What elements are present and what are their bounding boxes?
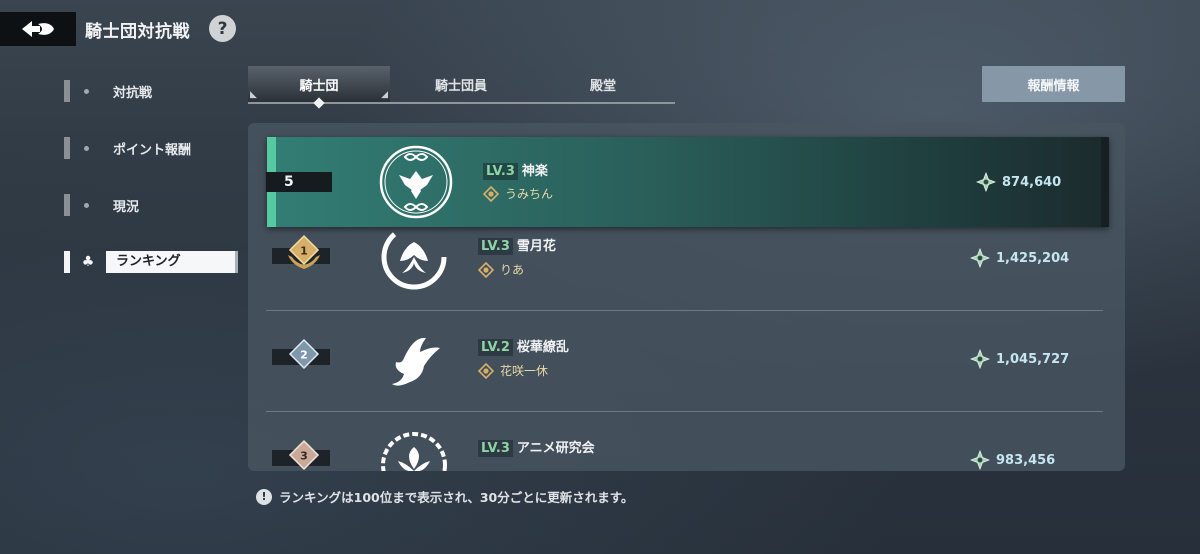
bullet-icon	[84, 145, 89, 151]
tab-bar: 騎士団 ◣ ◢ 騎士団員 殿堂	[248, 66, 675, 109]
sidebar-indicator	[64, 251, 70, 273]
sidebar-item-battle[interactable]: 対抗戦	[64, 80, 152, 102]
leader-crest-icon	[478, 362, 494, 379]
sidebar-item-label: ポイント報酬	[113, 142, 192, 158]
tab-label: 殿堂	[589, 78, 616, 94]
help-button[interactable]: ?	[209, 15, 236, 42]
clover-icon: ♣	[81, 254, 95, 270]
star-points-icon	[970, 248, 990, 268]
score-value: 983,456	[996, 452, 1056, 468]
exclamation-icon: !	[256, 488, 272, 505]
row-edge	[1101, 137, 1109, 227]
guild-title: LV.3 雪月花	[478, 235, 556, 255]
leader-name: うみちん	[505, 187, 554, 201]
tab-hall-of-fame[interactable]: 殿堂	[532, 66, 674, 102]
corner-ornament-icon: ◣	[250, 90, 257, 100]
guild-leader: 花咲一休	[478, 362, 548, 379]
sidebar-indicator	[64, 137, 70, 159]
guild-score: 1,045,727	[970, 349, 1069, 369]
leader-crest-icon	[483, 185, 499, 202]
guild-level: LV.3	[483, 163, 518, 180]
table-row[interactable]: 3 LV.3 アニメ研究会 983,456	[266, 413, 1103, 471]
bullet-icon	[84, 202, 89, 208]
guild-level: LV.2	[478, 339, 513, 356]
guild-emblem-icon	[381, 432, 447, 471]
guild-level: LV.3	[478, 238, 513, 255]
guild-name: アニメ研究会	[516, 441, 595, 456]
page-title: 騎士団対抗戦	[85, 22, 190, 42]
sidebar-item-point-rewards[interactable]: ポイント報酬	[64, 137, 191, 159]
rank-number: 1	[300, 245, 308, 258]
sidebar-item-ranking[interactable]: ♣ ランキング	[64, 251, 238, 273]
sidebar-indicator	[64, 80, 70, 102]
leader-name: りあ	[500, 263, 525, 277]
my-rank: 5	[266, 172, 332, 192]
guild-title: LV.3 アニメ研究会	[478, 437, 595, 457]
guild-emblem-icon	[381, 224, 447, 290]
guild-name: 雪月花	[516, 239, 556, 254]
guild-score: 1,425,204	[970, 248, 1069, 268]
star-points-icon	[970, 450, 990, 470]
sidebar-indicator	[64, 194, 70, 216]
guild-score: 983,456	[970, 450, 1055, 470]
star-points-icon	[970, 349, 990, 369]
tab-label: 騎士団員	[434, 78, 487, 94]
back-button[interactable]	[0, 12, 76, 46]
guild-leader: うみちん	[483, 185, 553, 202]
guild-title: LV.3 神楽	[483, 160, 548, 180]
note-text: ランキングは100位まで表示され、30分ごとに更新されます。	[279, 490, 634, 505]
score-value: 1,045,727	[996, 351, 1070, 367]
tab-guild[interactable]: 騎士団 ◣ ◢	[248, 66, 390, 109]
guild-emblem-icon	[379, 145, 453, 219]
gold-rank-icon: 1	[288, 234, 320, 269]
tab-label: 騎士団	[299, 78, 339, 94]
sidebar-item-label: 現況	[113, 199, 140, 215]
reward-info-button[interactable]: 報酬情報	[982, 66, 1125, 102]
row-divider	[266, 411, 1103, 412]
row-divider	[266, 310, 1103, 311]
back-arrow-icon	[22, 21, 54, 37]
my-guild-row[interactable]: 5 LV.3 神楽 うみちん 874,640	[266, 137, 1109, 227]
ranking-note: ! ランキングは100位まで表示され、30分ごとに更新されます。	[256, 487, 634, 506]
rank-number: 2	[300, 349, 308, 362]
score-value: 874,640	[1002, 174, 1062, 190]
bullet-icon	[84, 88, 89, 94]
guild-name: 神楽	[521, 164, 548, 179]
leader-name: 花咲一休	[500, 364, 549, 378]
sidebar-item-label: ランキング	[106, 251, 238, 273]
bronze-rank-icon: 3	[288, 439, 320, 471]
guild-emblem-icon	[392, 337, 440, 386]
tab-guild-members[interactable]: 騎士団員	[390, 66, 532, 102]
guild-name: 桜華繚乱	[516, 340, 569, 355]
table-row[interactable]: 2 LV.2 桜華繚乱 花咲一休 1,045,727	[266, 312, 1103, 412]
guild-title: LV.2 桜華繚乱	[478, 336, 569, 356]
sidebar-item-status[interactable]: 現況	[64, 194, 139, 216]
guild-leader: りあ	[478, 261, 524, 278]
score-value: 1,425,204	[996, 250, 1070, 266]
question-icon: ?	[217, 18, 228, 39]
rank-number: 3	[300, 450, 308, 463]
corner-ornament-icon: ◢	[381, 90, 388, 100]
silver-rank-icon: 2	[288, 338, 320, 370]
leader-crest-icon	[478, 261, 494, 278]
sidebar-item-label: 対抗戦	[113, 85, 153, 101]
guild-score: 874,640	[976, 172, 1061, 192]
star-points-icon	[976, 172, 996, 192]
guild-level: LV.3	[478, 440, 513, 457]
tab-active-marker	[313, 97, 325, 109]
